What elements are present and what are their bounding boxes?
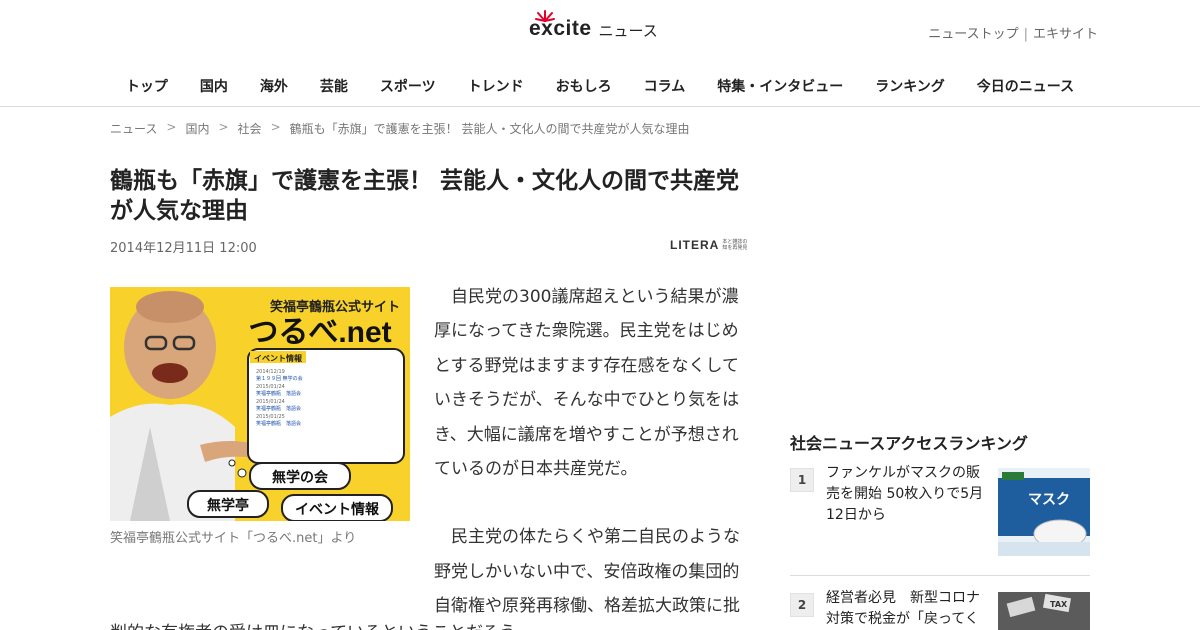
nav-item-top[interactable]: トップ (110, 72, 184, 100)
nav-item-feature[interactable]: 特集・インタビュー (701, 72, 859, 100)
article-paragraph: 民主党の体たらくや第二自民のような野党しかいない中で、安倍政権の集団的自衛権や原… (434, 527, 740, 617)
logo-wordmark: excite (529, 10, 592, 41)
photo-site-title: つるべ.net (248, 316, 391, 349)
excite-news-logo[interactable]: excite ニュース (529, 10, 658, 46)
photo-caption: 笑福亭鶴瓶公式サイト「つるべ.net」より (110, 531, 357, 546)
article-body: 自民党の300議席超えという結果が濃厚になってきた衆院選。民主党をはじめとする野… (434, 280, 750, 624)
article-photo[interactable]: 笑福亭鶴瓶公式サイト つるべ.net イベント情報 2014/12/19 第１９… (110, 287, 410, 521)
article-title: 鶴瓶も「赤旗」で護憲を主張！ 芸能人・文化人の間で共産党が人気な理由 (110, 168, 740, 224)
bubble-mugakutei: 無学亭 (207, 497, 249, 514)
ranking-divider (790, 575, 1090, 576)
nav-item-trend[interactable]: トレンド (452, 72, 540, 100)
rank-number: 1 (790, 468, 814, 492)
article-paragraph-continued: 判的な有権者の受け皿になっているということだろう。 (110, 616, 750, 630)
litera-source-logo[interactable]: LITERA 本と雑誌の知を再発見 (670, 236, 752, 254)
photo-event-name: 笑福亭鶴瓶 落語会 (256, 390, 301, 397)
photo-event-name: 笑福亭鶴瓶 落語会 (256, 420, 301, 427)
mask-box-image: マスク (998, 468, 1090, 556)
article-date: 2014年12月11日 12:00 (110, 241, 257, 256)
nav-item-funny[interactable]: おもしろ (540, 72, 628, 100)
ranking-thumbnail[interactable]: TAX (998, 592, 1090, 630)
main-nav: トップ 国内 海外 芸能 スポーツ トレンド おもしろ コラム 特集・インタビュ… (0, 72, 1200, 100)
ranking-title: 社会ニュースアクセスランキング (790, 434, 1028, 453)
ranking-headline[interactable]: ファンケルがマスクの販売を開始 50枚入りで5月12日から (826, 463, 986, 526)
photo-event-date: 2015/01/25 (256, 414, 285, 420)
logo-suffix: ニュース (598, 21, 658, 40)
bubble-event-info: イベント情報 (295, 501, 380, 518)
photo-event-date: 2014/12/19 (256, 369, 285, 375)
photo-event-date: 2015/01/24 (256, 399, 285, 405)
ranking-thumbnail[interactable]: マスク (998, 468, 1090, 556)
nav-item-overseas[interactable]: 海外 (244, 72, 304, 100)
breadcrumb-current: 鶴瓶も「赤旗」で護憲を主張！ 芸能人・文化人の間で共産党が人気な理由 (289, 122, 690, 136)
breadcrumb-news[interactable]: ニュース (110, 120, 157, 137)
source-name: LITERA (670, 238, 720, 252)
excite-link[interactable]: エキサイト (1033, 27, 1098, 42)
photo-event-name: 笑福亭鶴瓶 落語会 (256, 405, 301, 412)
breadcrumb: ニュース > 国内 > 社会 > 鶴瓶も「赤旗」で護憲を主張！ 芸能人・文化人の… (110, 120, 689, 137)
article-paragraph: 自民党の300議席超えという結果が濃厚になってきた衆院選。民主党をはじめとする野… (434, 287, 740, 480)
link-separator: | (1023, 27, 1028, 42)
breadcrumb-domestic[interactable]: 国内 (185, 120, 209, 137)
ranking-item[interactable]: 2 経営者必見 新型コロナ対策で税金が「戻ってく TAX (790, 590, 1090, 630)
photo-event-name: 第１９９回 無学の会 (256, 375, 303, 382)
nav-item-entertainment[interactable]: 芸能 (304, 72, 364, 100)
nav-item-ranking[interactable]: ランキング (859, 72, 961, 100)
logo-burst-icon (535, 10, 555, 22)
news-top-link[interactable]: ニューストップ (928, 27, 1018, 42)
nav-item-domestic[interactable]: 国内 (184, 72, 244, 100)
photo-event-date: 2015/01/24 (256, 384, 285, 390)
breadcrumb-separator: > (270, 120, 281, 134)
rank-number: 2 (790, 593, 814, 617)
breadcrumb-separator: > (166, 120, 177, 134)
breadcrumb-separator: > (218, 120, 229, 134)
photo-site-name: 笑福亭鶴瓶公式サイト (270, 299, 400, 315)
thumb-tax-text: TAX (1050, 600, 1068, 609)
ranking-headline[interactable]: 経営者必見 新型コロナ対策で税金が「戻ってく (826, 588, 986, 630)
ranking-item[interactable]: 1 ファンケルがマスクの販売を開始 50枚入りで5月12日から マスク (790, 465, 1090, 558)
nav-item-today[interactable]: 今日のニュース (961, 72, 1090, 100)
source-tagline: 本と雑誌の知を再発見 (722, 239, 748, 251)
nav-item-sports[interactable]: スポーツ (364, 72, 452, 100)
nav-item-column[interactable]: コラム (628, 72, 702, 100)
photo-panel-label: イベント情報 (254, 353, 303, 363)
top-links: ニューストップ | エキサイト (928, 23, 1098, 42)
photo-illustration: 笑福亭鶴瓶公式サイト つるべ.net イベント情報 2014/12/19 第１９… (110, 287, 410, 521)
site-header: excite ニュース ニューストップ | エキサイト トップ 国内 海外 芸能 ス… (0, 0, 1200, 107)
breadcrumb-society[interactable]: 社会 (238, 120, 262, 137)
bubble-mugaku-no-kai: 無学の会 (272, 469, 329, 486)
tax-blocks-image: TAX (998, 592, 1090, 630)
thumb-mask-text: マスク (1028, 492, 1070, 508)
